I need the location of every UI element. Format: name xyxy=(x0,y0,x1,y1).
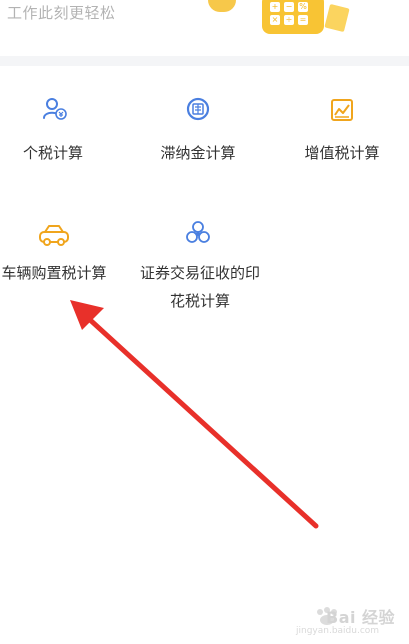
tool-vehicle-purchase-tax[interactable]: 车辆购置税计算 xyxy=(0,214,136,304)
tool-stamp-duty[interactable]: 证券交易征收的印 花税计算 xyxy=(136,214,272,314)
coin-illustration xyxy=(208,0,236,12)
car-icon xyxy=(38,222,70,248)
tool-late-fee[interactable]: 滞纳金计算 xyxy=(136,90,272,180)
tool-vat[interactable]: 增值税计算 xyxy=(272,90,409,180)
section-divider xyxy=(0,56,409,66)
watermark-brand: Bai 经验 xyxy=(326,608,396,627)
tool-label: 车辆购置税计算 xyxy=(1,264,107,282)
person-tax-icon xyxy=(42,96,68,122)
tool-label: 个税计算 xyxy=(22,144,83,162)
header-banner: 工作此刻更轻松 + −% × ÷ = xyxy=(0,0,409,56)
tool-label-line2: 花税计算 xyxy=(169,292,230,310)
tool-individual-tax[interactable]: 个税计算 xyxy=(0,90,136,180)
watermark-url: jingyan.baidu.com xyxy=(296,626,380,636)
tool-label: 增值税计算 xyxy=(304,144,380,162)
tool-label: 滞纳金计算 xyxy=(160,144,236,162)
late-fee-icon xyxy=(185,96,211,122)
receipt-illustration xyxy=(324,3,350,33)
calculator-keys-icon: + −% × ÷ = xyxy=(270,2,308,25)
tool-label-line1: 证券交易征收的印 xyxy=(139,264,260,282)
chart-trend-icon xyxy=(330,98,354,122)
banner-subtitle: 工作此刻更轻松 xyxy=(7,4,116,22)
flower-icon xyxy=(185,220,211,246)
